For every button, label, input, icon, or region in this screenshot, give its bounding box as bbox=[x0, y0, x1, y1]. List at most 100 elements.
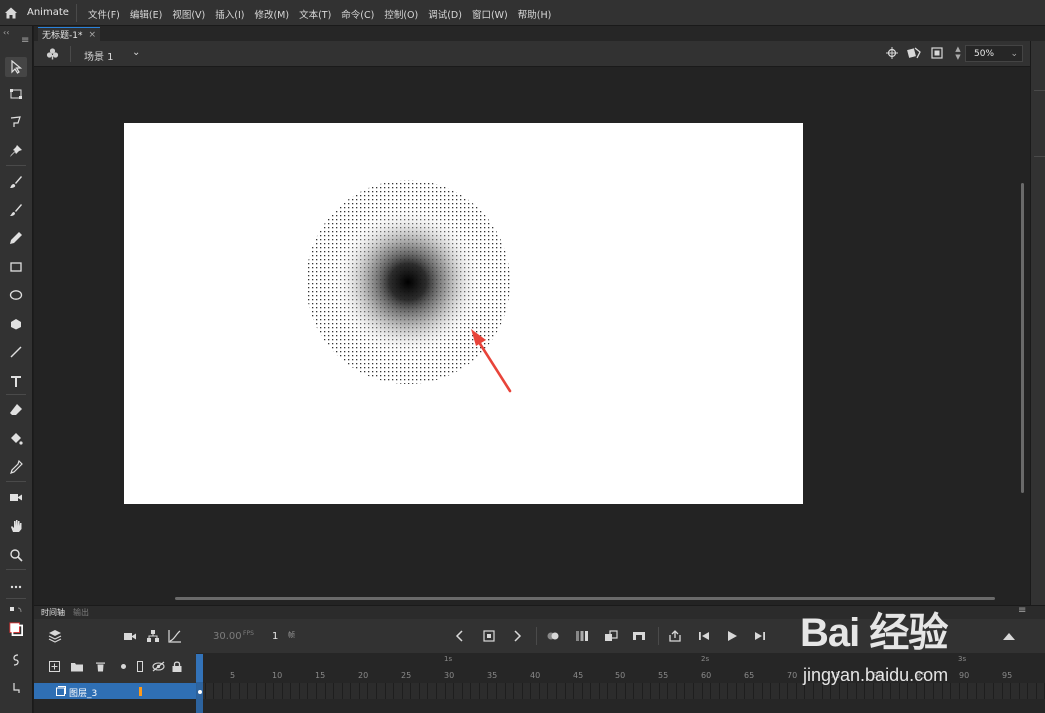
rectangle-tool-icon[interactable] bbox=[5, 257, 27, 277]
frame-cell[interactable] bbox=[770, 683, 772, 699]
panel-menu-icon[interactable]: ≡ bbox=[21, 35, 29, 46]
frame-cell[interactable] bbox=[418, 683, 420, 699]
frame-cell[interactable] bbox=[213, 683, 215, 699]
frame-cell[interactable] bbox=[367, 683, 369, 699]
frame-cell[interactable] bbox=[487, 683, 489, 699]
frame-cell[interactable] bbox=[264, 683, 266, 699]
frame-cell[interactable] bbox=[375, 683, 377, 699]
insert-frame-icon[interactable] bbox=[632, 629, 646, 643]
frame-cell[interactable] bbox=[787, 683, 789, 699]
keyframe-marker[interactable] bbox=[198, 690, 202, 694]
eraser-tool-icon[interactable] bbox=[5, 400, 27, 420]
frame-cell[interactable] bbox=[204, 683, 206, 699]
frame-cell[interactable] bbox=[324, 683, 326, 699]
polystar-tool-icon[interactable] bbox=[5, 314, 27, 334]
frame-cell[interactable] bbox=[975, 683, 977, 699]
menu-file[interactable]: 文件(F) bbox=[88, 7, 120, 21]
step-back-icon[interactable] bbox=[697, 629, 711, 643]
frame-cell[interactable] bbox=[967, 683, 969, 699]
frame-cell[interactable] bbox=[624, 683, 626, 699]
frame-cell[interactable] bbox=[735, 683, 737, 699]
frame-cell[interactable] bbox=[384, 683, 386, 699]
menu-edit[interactable]: 编辑(E) bbox=[130, 7, 162, 21]
layers-icon[interactable] bbox=[48, 629, 62, 643]
frame-cell[interactable] bbox=[675, 683, 677, 699]
layer-name[interactable]: 图层_3 bbox=[69, 686, 97, 699]
tween-icon[interactable] bbox=[604, 629, 618, 643]
frame-cell[interactable] bbox=[778, 683, 780, 699]
frame-cell[interactable] bbox=[667, 683, 669, 699]
frame-cell[interactable] bbox=[615, 683, 617, 699]
loop-icon[interactable] bbox=[668, 629, 682, 643]
oval-tool-icon[interactable] bbox=[5, 285, 27, 305]
stroke-fill-color-icon[interactable] bbox=[5, 619, 27, 639]
frame-cell[interactable] bbox=[238, 683, 240, 699]
lasso-tool-icon[interactable] bbox=[5, 112, 27, 132]
frame-cell[interactable] bbox=[590, 683, 592, 699]
menu-text[interactable]: 文本(T) bbox=[299, 7, 331, 21]
frame-cell[interactable] bbox=[255, 683, 257, 699]
frame-cell[interactable] bbox=[958, 683, 960, 699]
frame-cell[interactable] bbox=[710, 683, 712, 699]
menu-window[interactable]: 窗口(W) bbox=[472, 7, 508, 21]
current-frame-value[interactable]: 1 bbox=[272, 631, 278, 642]
frame-cell[interactable] bbox=[684, 683, 686, 699]
frame-cell[interactable] bbox=[358, 683, 360, 699]
outline-layer-icon[interactable] bbox=[137, 661, 143, 672]
vertical-scrollbar[interactable] bbox=[1021, 183, 1024, 493]
menu-debug[interactable]: 调试(D) bbox=[428, 7, 462, 21]
frame-cell[interactable] bbox=[350, 683, 352, 699]
step-forward-icon[interactable] bbox=[753, 629, 767, 643]
clip-stage-icon[interactable] bbox=[930, 46, 944, 60]
camera-icon[interactable] bbox=[123, 629, 137, 643]
center-stage-icon[interactable] bbox=[885, 46, 899, 60]
brush-tool-icon[interactable] bbox=[5, 200, 27, 220]
frame-cell[interactable] bbox=[247, 683, 249, 699]
frame-cell[interactable] bbox=[435, 683, 437, 699]
free-transform-tool-icon[interactable] bbox=[5, 84, 27, 104]
tab-timeline[interactable]: 时间轴 bbox=[41, 607, 65, 618]
frame-cell[interactable] bbox=[333, 683, 335, 699]
frame-cell[interactable] bbox=[290, 683, 292, 699]
frame-cell[interactable] bbox=[495, 683, 497, 699]
new-folder-icon[interactable] bbox=[71, 661, 83, 672]
hand-tool-icon[interactable] bbox=[5, 516, 27, 536]
straighten-option-icon[interactable] bbox=[5, 678, 27, 698]
play-icon[interactable] bbox=[725, 629, 739, 643]
frame-cell[interactable] bbox=[564, 683, 566, 699]
edit-symbols-icon[interactable] bbox=[907, 46, 921, 60]
expand-timeline-icon[interactable] bbox=[1002, 629, 1016, 643]
frame-cell[interactable] bbox=[547, 683, 549, 699]
frame-cell[interactable] bbox=[513, 683, 515, 699]
frame-cell[interactable] bbox=[555, 683, 557, 699]
frame-cell[interactable] bbox=[427, 683, 429, 699]
frame-cell[interactable] bbox=[538, 683, 540, 699]
ease-graph-icon[interactable] bbox=[168, 629, 182, 643]
frame-cell[interactable] bbox=[444, 683, 446, 699]
tab-output[interactable]: 输出 bbox=[73, 607, 89, 618]
menu-modify[interactable]: 修改(M) bbox=[254, 7, 289, 21]
edit-multiple-frames-icon[interactable] bbox=[575, 629, 589, 643]
frame-cell[interactable] bbox=[753, 683, 755, 699]
frame-cell[interactable] bbox=[693, 683, 695, 699]
collapse-icon[interactable]: ‹‹ bbox=[3, 28, 9, 37]
frame-cell[interactable] bbox=[221, 683, 223, 699]
line-tool-icon[interactable] bbox=[5, 342, 27, 362]
frame-cell[interactable] bbox=[401, 683, 403, 699]
more-tools-icon[interactable] bbox=[5, 577, 27, 597]
camera-tool-icon[interactable] bbox=[5, 487, 27, 507]
parenting-icon[interactable] bbox=[146, 629, 160, 643]
frame-cell[interactable] bbox=[795, 683, 797, 699]
frame-cell[interactable] bbox=[1001, 683, 1003, 699]
frame-cell[interactable] bbox=[521, 683, 523, 699]
frame-cell[interactable] bbox=[761, 683, 763, 699]
frame-cell[interactable] bbox=[701, 683, 703, 699]
frame-cell[interactable] bbox=[744, 683, 746, 699]
selection-tool-icon[interactable] bbox=[5, 57, 27, 77]
close-icon[interactable]: × bbox=[88, 30, 96, 40]
frame-cell[interactable] bbox=[530, 683, 532, 699]
frame-cell[interactable] bbox=[993, 683, 994, 699]
frame-cell[interactable] bbox=[581, 683, 583, 699]
fps-value[interactable]: 30.00 bbox=[213, 631, 242, 642]
frame-cell[interactable] bbox=[718, 683, 720, 699]
